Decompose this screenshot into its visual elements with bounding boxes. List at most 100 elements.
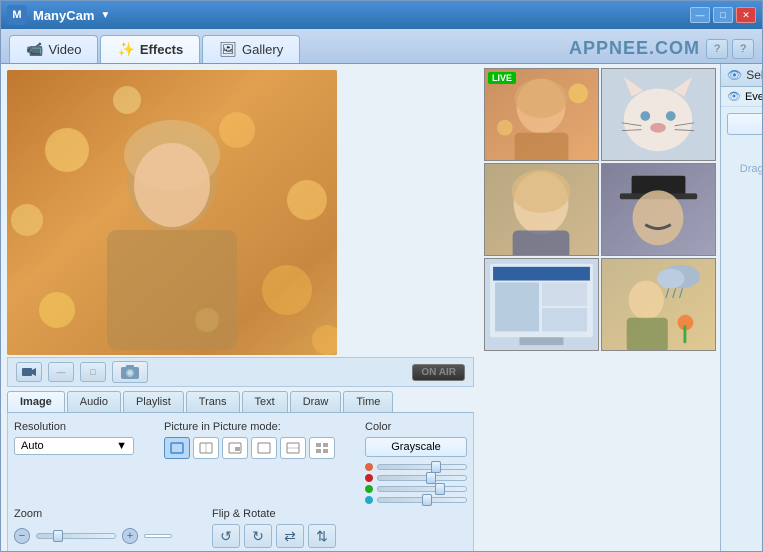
video-preview <box>7 70 337 355</box>
desktop-preview-svg <box>485 259 598 350</box>
header-btn-1[interactable]: ? <box>706 39 728 59</box>
slider-track-2[interactable] <box>377 475 467 481</box>
selected-label: Selected <box>746 68 762 82</box>
resolution-dropdown[interactable]: Auto ▼ <box>14 437 134 455</box>
pip-group: Picture in Picture mode: <box>164 421 335 459</box>
color-dot-1 <box>365 463 373 471</box>
main-window: M ManyCam ▼ — □ ✕ 📹 Video ✨ Effects 🖼 Ga… <box>0 0 763 552</box>
btab-image[interactable]: Image <box>7 391 65 412</box>
minimize-button[interactable]: — <box>690 7 710 23</box>
bottom-tabs: Image Audio Playlist Trans Text Draw Tim… <box>7 391 474 413</box>
cat-preview-svg <box>602 69 715 160</box>
title-dropdown-arrow[interactable]: ▼ <box>100 10 110 21</box>
zoom-label: Zoom <box>14 508 172 520</box>
pip-btn-3[interactable] <box>222 437 248 459</box>
btab-draw[interactable]: Draw <box>290 391 342 412</box>
zoom-plus-btn[interactable]: + <box>122 528 138 544</box>
favorites-btn[interactable]: Favorites <box>727 113 762 135</box>
slider-thumb-2[interactable] <box>426 472 436 484</box>
tab-video[interactable]: 📹 Video <box>9 35 98 63</box>
gallery-icon: 🖼 <box>219 41 237 58</box>
close-button[interactable]: ✕ <box>736 7 756 23</box>
pip-btn-1[interactable] <box>164 437 190 459</box>
titlebar: M ManyCam ▼ — □ ✕ <box>1 1 762 29</box>
grid-cell-live[interactable]: LIVE <box>484 68 599 161</box>
color-sliders <box>365 463 467 504</box>
tab-gallery[interactable]: 🖼 Gallery <box>202 35 300 63</box>
woman-preview-svg <box>485 164 598 255</box>
drag-drop-hint: Drag and drop effects for easy access <box>721 141 762 214</box>
effects-icon: ✨ <box>117 41 134 58</box>
effect-item-eve: 👁 Eve × <box>721 87 762 107</box>
btab-trans[interactable]: Trans <box>186 391 240 412</box>
header-btn-2[interactable]: ? <box>732 39 754 59</box>
flip-v-btn[interactable]: ⇅ <box>308 524 336 548</box>
pip-btn-2[interactable] <box>193 437 219 459</box>
bokeh-overlay <box>7 70 337 355</box>
resolution-group: Resolution Auto ▼ <box>14 421 134 455</box>
rotate-right-btn[interactable]: ↻ <box>244 524 272 548</box>
right-panel: 👁 Selected × 👁 Eve × Favorites Drag and … <box>720 64 762 551</box>
maximize-button[interactable]: □ <box>713 7 733 23</box>
flip-h-btn[interactable]: ⇄ <box>276 524 304 548</box>
pip-btn-6[interactable] <box>309 437 335 459</box>
selected-header: 👁 Selected × <box>721 64 762 87</box>
color-dot-2 <box>365 474 373 482</box>
app-title: ManyCam <box>33 8 94 23</box>
rotate-left-btn[interactable]: ↺ <box>212 524 240 548</box>
grayscale-btn[interactable]: Grayscale <box>365 437 467 457</box>
zoom-minus-btn[interactable]: − <box>14 528 30 544</box>
zoom-group: Zoom − + <box>14 508 172 544</box>
appnee-logo: APPNEE.COM <box>569 38 704 63</box>
photo-btn[interactable] <box>112 361 148 383</box>
on-air-button[interactable]: ON AIR <box>412 364 465 381</box>
color-dot-3 <box>365 485 373 493</box>
eye-icon: 👁 <box>727 68 742 82</box>
effect-eye-icon: 👁 <box>727 90 741 103</box>
flip-group: Flip & Rotate ↺ ↻ ⇄ ⇅ <box>212 508 336 548</box>
pip-modes <box>164 437 335 459</box>
pip-btn-4[interactable] <box>251 437 277 459</box>
zoom-row: − + <box>14 528 172 544</box>
grid-cell-rain[interactable] <box>601 258 716 351</box>
slider-row-2 <box>365 474 467 482</box>
color-section: Grayscale <box>365 437 467 504</box>
btab-playlist[interactable]: Playlist <box>123 391 184 412</box>
grid-row-3 <box>484 258 716 351</box>
grid-cell-hat[interactable] <box>601 163 716 256</box>
slider-track-1[interactable] <box>377 464 467 470</box>
resolution-label: Resolution <box>14 421 134 433</box>
btab-time[interactable]: Time <box>343 391 393 412</box>
pip-btn-5[interactable] <box>280 437 306 459</box>
slider-row-1 <box>365 463 467 471</box>
main-content: — □ ON AIR Image Audio Playlist Trans Te… <box>1 64 762 551</box>
color-label: Color <box>365 421 467 433</box>
main-tabbar: 📹 Video ✨ Effects 🖼 Gallery APPNEE.COM ?… <box>1 29 762 64</box>
slider-thumb-4[interactable] <box>422 494 432 506</box>
webcam-btn[interactable] <box>16 362 42 382</box>
center-panel: LIVE <box>480 64 720 551</box>
flip-label: Flip & Rotate <box>212 508 336 520</box>
video-icon: 📹 <box>26 41 43 58</box>
color-group: Color Grayscale <box>365 421 467 504</box>
record-btn[interactable]: — <box>48 362 74 382</box>
snapshot-btn[interactable]: □ <box>80 362 106 382</box>
controls-row-2: Zoom − + Flip & Rotate <box>14 508 467 548</box>
zoom-thumb[interactable] <box>53 530 63 542</box>
zoom-slider[interactable] <box>36 533 116 539</box>
slider-track-3[interactable] <box>377 486 467 492</box>
slider-track-4[interactable] <box>377 497 467 503</box>
grid-row-1: LIVE <box>484 68 716 161</box>
tab-effects[interactable]: ✨ Effects <box>100 35 200 63</box>
effect-name: Eve <box>745 91 762 103</box>
video-controls-bar: — □ ON AIR <box>7 357 474 387</box>
zoom-value <box>144 534 172 538</box>
btab-text[interactable]: Text <box>242 391 288 412</box>
slider-thumb-3[interactable] <box>435 483 445 495</box>
flip-buttons: ↺ ↻ ⇄ ⇅ <box>212 524 336 548</box>
btab-audio[interactable]: Audio <box>67 391 121 412</box>
grid-row-2 <box>484 163 716 256</box>
grid-cell-desktop[interactable] <box>484 258 599 351</box>
grid-cell-woman[interactable] <box>484 163 599 256</box>
grid-cell-cat[interactable] <box>601 68 716 161</box>
